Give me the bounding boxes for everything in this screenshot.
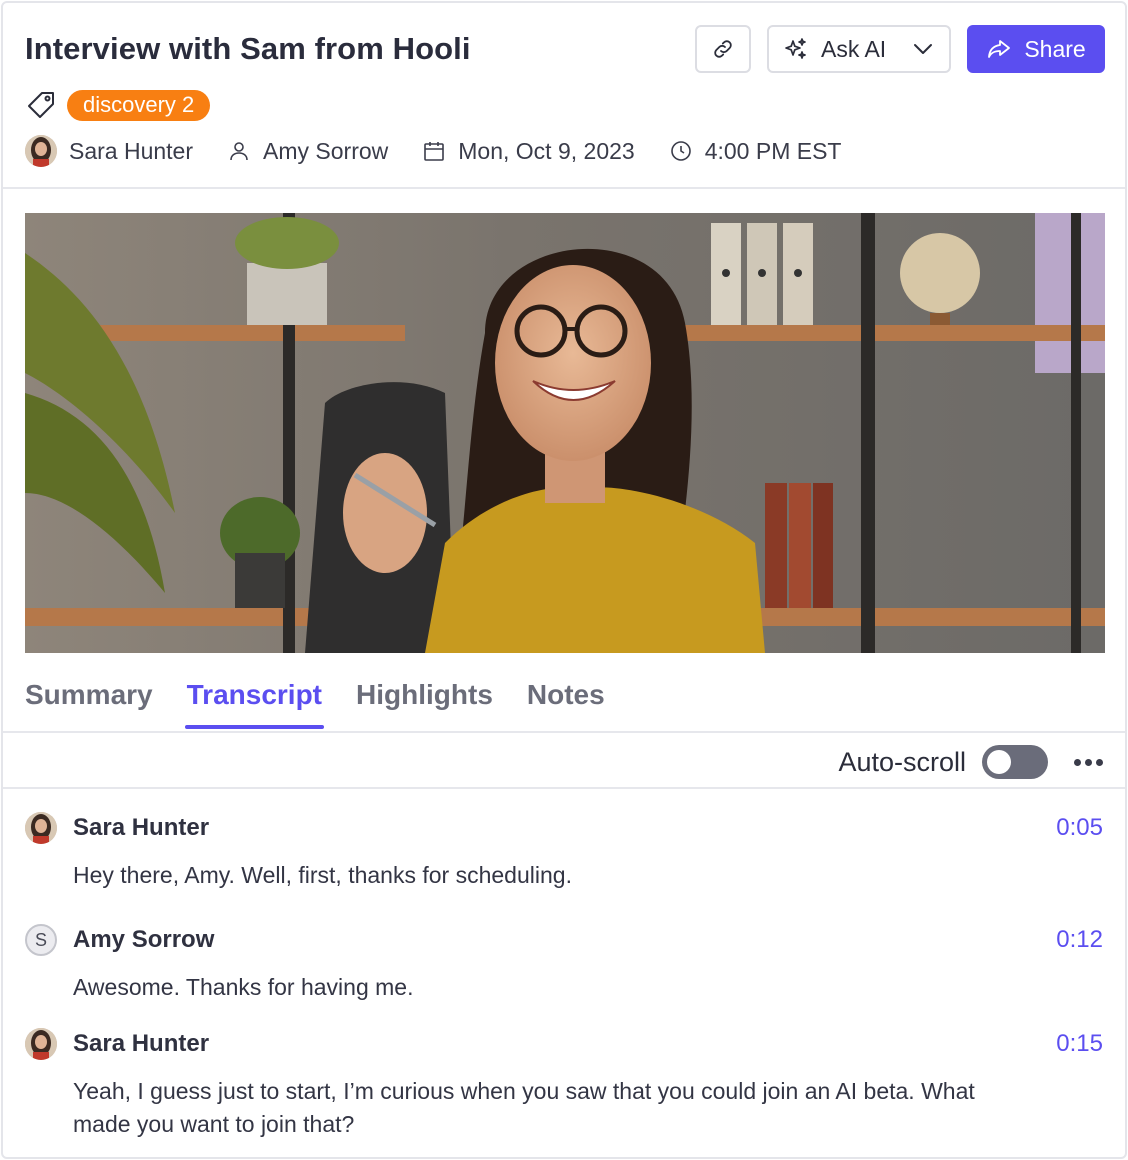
timestamp-link[interactable]: 0:12 (1056, 926, 1103, 954)
interviewer-meta: Sara Hunter (25, 135, 193, 167)
tab-highlights[interactable]: Highlights (356, 679, 493, 727)
autoscroll-toggle[interactable] (982, 745, 1048, 779)
transcript-entry: S Amy Sorrow 0:12 Awesome. Thanks for ha… (25, 923, 1103, 1004)
tab-transcript[interactable]: Transcript (184, 679, 325, 729)
avatar (25, 135, 57, 167)
tag-badge[interactable]: discovery 2 (67, 89, 211, 121)
transcript-text: Hey there, Amy. Well, first, thanks for … (73, 862, 572, 888)
calendar-icon (424, 142, 445, 161)
tab-notes[interactable]: Notes (527, 679, 605, 727)
header-divider (3, 187, 1125, 189)
interview-time: 4:00 PM EST (704, 137, 842, 164)
ask-ai-button[interactable]: Ask AI (767, 25, 951, 73)
page-title: Interview with Sam from Hooli (25, 31, 471, 66)
speaker-name: Amy Sorrow (73, 926, 215, 953)
toggle-knob (987, 750, 1011, 774)
autoscroll-label: Auto-scroll (838, 746, 966, 777)
avatar (25, 812, 57, 844)
meta-row: Sara Hunter Amy Sorrow Mon, Oct 9, 2023 … (25, 135, 875, 167)
ask-ai-label: Ask AI (821, 35, 887, 62)
participant-meta: Amy Sorrow (227, 138, 388, 165)
avatar: S (25, 924, 57, 956)
tab-bar: Summary Transcript Highlights Notes (25, 679, 605, 729)
tab-summary[interactable]: Summary (25, 679, 153, 727)
transcript-text: Awesome. Thanks for having me. (73, 974, 414, 1000)
tag-icon (28, 92, 54, 118)
share-arrow-icon (988, 40, 1011, 58)
dot (1074, 758, 1081, 766)
video-player[interactable] (25, 213, 1105, 653)
date-meta: Mon, Oct 9, 2023 (422, 137, 635, 165)
tabs-divider (3, 731, 1125, 733)
interview-card: Interview with Sam from Hooli Ask AI Sha… (1, 1, 1127, 1159)
copy-link-button[interactable] (695, 25, 751, 73)
timestamp-link[interactable]: 0:15 (1056, 1030, 1103, 1058)
chevron-down-icon (914, 44, 932, 54)
time-meta: 4:00 PM EST (669, 137, 842, 165)
controls-divider (3, 787, 1125, 789)
interview-date: Mon, Oct 9, 2023 (458, 137, 635, 164)
link-icon (714, 40, 732, 58)
tag-row: discovery 2 (25, 89, 211, 121)
transcript-entry: Sara Hunter 0:05 Hey there, Amy. Well, f… (25, 811, 1103, 892)
timestamp-link[interactable]: 0:05 (1056, 814, 1103, 842)
autoscroll-controls: Auto-scroll (838, 745, 1103, 779)
dot (1085, 758, 1092, 766)
share-button[interactable]: Share (967, 25, 1105, 73)
share-label: Share (1024, 35, 1086, 62)
avatar (25, 1028, 57, 1060)
participant-name: Amy Sorrow (263, 137, 389, 164)
transcript-text: Yeah, I guess just to start, I’m curious… (73, 1078, 975, 1137)
more-options-button[interactable] (1074, 753, 1103, 772)
transcript-entry: Sara Hunter 0:15 Yeah, I guess just to s… (25, 1027, 1103, 1141)
dot (1096, 758, 1103, 766)
speaker-name: Sara Hunter (73, 1030, 210, 1057)
interviewer-name: Sara Hunter (69, 137, 194, 164)
clock-icon (670, 141, 691, 161)
video-frame-image (25, 213, 1105, 653)
sparkle-icon (785, 38, 806, 59)
person-icon (230, 142, 248, 161)
speaker-name: Sara Hunter (73, 814, 210, 841)
